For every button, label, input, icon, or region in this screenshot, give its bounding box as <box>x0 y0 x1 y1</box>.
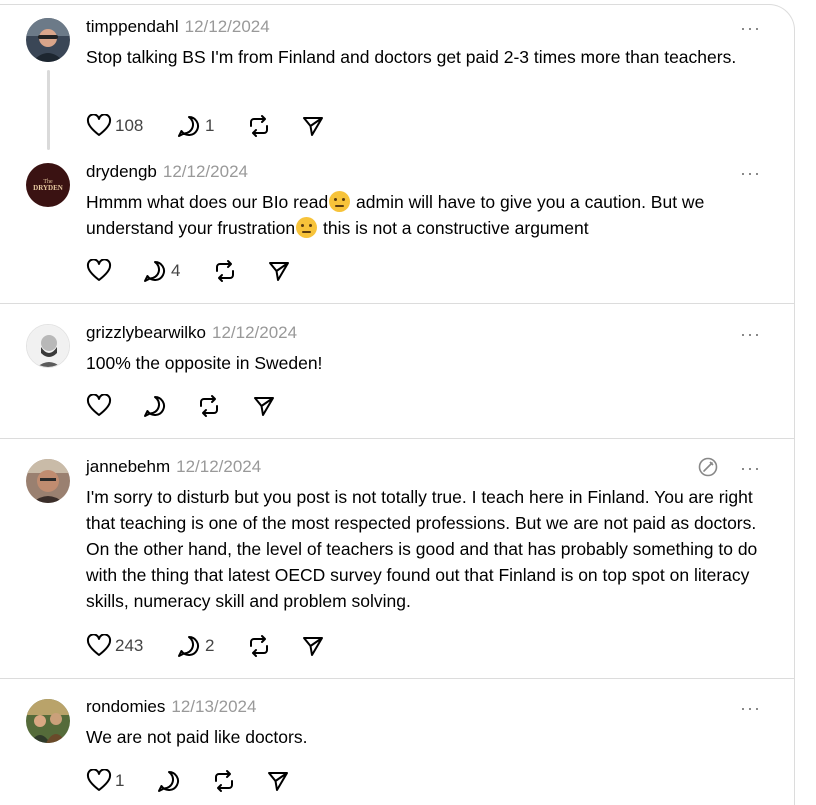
divider <box>0 678 794 679</box>
repost-icon <box>215 770 233 792</box>
post-date[interactable]: 12/12/2024 <box>176 457 261 476</box>
like-button[interactable] <box>86 392 112 420</box>
reply-button[interactable] <box>156 767 182 795</box>
share-button[interactable] <box>301 632 325 660</box>
repost-button[interactable] <box>246 632 272 660</box>
share-button[interactable] <box>266 767 290 795</box>
thread-line <box>47 70 50 150</box>
repost-button[interactable] <box>212 257 238 285</box>
post-header: rondomies 12/13/2024 <box>86 697 256 717</box>
unamused-face-emoji-icon <box>329 191 351 212</box>
post-text: I'm sorry to disturb but you post is not… <box>86 487 758 611</box>
more-icon[interactable]: ··· <box>740 459 761 477</box>
post-text-part: this is not a constructive argument <box>318 218 589 238</box>
avatar-image <box>27 325 69 367</box>
post-text: Stop talking BS I'm from Finland and doc… <box>86 47 737 67</box>
avatar-image <box>26 18 70 62</box>
post-header: drydengb 12/12/2024 <box>86 162 248 182</box>
share-icon <box>254 397 274 416</box>
like-count: 243 <box>115 636 144 655</box>
share-icon <box>303 637 323 656</box>
reply-button[interactable] <box>142 392 168 420</box>
comment-icon <box>144 261 165 282</box>
more-icon[interactable]: ··· <box>740 19 761 37</box>
reply-button[interactable]: 2 <box>176 632 214 660</box>
username[interactable]: timppendahl <box>86 17 179 36</box>
divider <box>0 438 794 439</box>
edit-icon[interactable] <box>697 456 719 483</box>
share-button[interactable] <box>252 392 276 420</box>
like-button[interactable]: 1 <box>86 767 124 795</box>
post-header: jannebehm 12/12/2024 <box>86 457 261 477</box>
repost-icon <box>250 635 268 657</box>
reply-count: 2 <box>205 636 215 655</box>
like-count: 1 <box>115 771 125 790</box>
share-icon <box>268 772 288 791</box>
repost-button[interactable] <box>196 392 222 420</box>
post-date[interactable]: 12/12/2024 <box>163 162 248 181</box>
post-date[interactable]: 12/12/2024 <box>185 17 270 36</box>
divider <box>0 303 794 304</box>
username[interactable]: drydengb <box>86 162 157 181</box>
avatar[interactable]: The DRYDEN <box>26 163 70 207</box>
post-text-part: Hmmm what does our BIo read <box>86 192 329 212</box>
heart-icon <box>86 259 112 281</box>
repost-button[interactable] <box>211 767 237 795</box>
username[interactable]: jannebehm <box>86 457 170 476</box>
comment-icon <box>178 636 199 657</box>
reply-button[interactable]: 4 <box>142 257 180 285</box>
comment-icon <box>144 396 165 417</box>
post-text: 100% the opposite in Sweden! <box>86 353 323 373</box>
post-text: We are not paid like doctors. <box>86 727 308 747</box>
share-icon <box>303 117 323 136</box>
share-button[interactable] <box>301 112 325 140</box>
post-text: Hmmm what does our BIo read admin will h… <box>86 189 776 241</box>
username[interactable]: grizzlybearwilko <box>86 323 206 342</box>
heart-icon <box>86 114 112 136</box>
like-count: 108 <box>115 116 144 135</box>
avatar[interactable] <box>26 699 70 743</box>
share-icon <box>269 262 289 281</box>
avatar[interactable] <box>26 324 70 368</box>
post-header: grizzlybearwilko 12/12/2024 <box>86 323 297 343</box>
more-icon[interactable]: ··· <box>740 164 761 182</box>
eye-roll-emoji-icon <box>296 217 318 238</box>
post-date[interactable]: 12/12/2024 <box>212 323 297 342</box>
repost-icon <box>216 260 234 282</box>
reply-count: 4 <box>171 261 181 280</box>
svg-text:DRYDEN: DRYDEN <box>33 184 63 192</box>
post-date[interactable]: 12/13/2024 <box>171 697 256 716</box>
reply-count: 1 <box>205 116 215 135</box>
like-button[interactable]: 243 <box>86 632 143 660</box>
avatar-image <box>26 459 70 503</box>
avatar-image: The DRYDEN <box>26 163 70 207</box>
avatar-image <box>26 699 70 743</box>
share-button[interactable] <box>267 257 291 285</box>
username[interactable]: rondomies <box>86 697 165 716</box>
heart-icon <box>86 769 112 791</box>
avatar[interactable] <box>26 18 70 62</box>
repost-button[interactable] <box>246 112 272 140</box>
comment-icon <box>178 116 199 137</box>
more-icon[interactable]: ··· <box>740 699 761 717</box>
repost-icon <box>200 395 218 417</box>
more-icon[interactable]: ··· <box>740 325 761 343</box>
like-button[interactable] <box>86 257 112 285</box>
reply-button[interactable]: 1 <box>176 112 214 140</box>
heart-icon <box>86 634 112 656</box>
heart-icon <box>86 394 112 416</box>
avatar[interactable] <box>26 459 70 503</box>
repost-icon <box>250 115 268 137</box>
like-button[interactable]: 108 <box>86 112 143 140</box>
post-header: timppendahl 12/12/2024 <box>86 17 270 37</box>
comment-icon <box>158 771 179 792</box>
